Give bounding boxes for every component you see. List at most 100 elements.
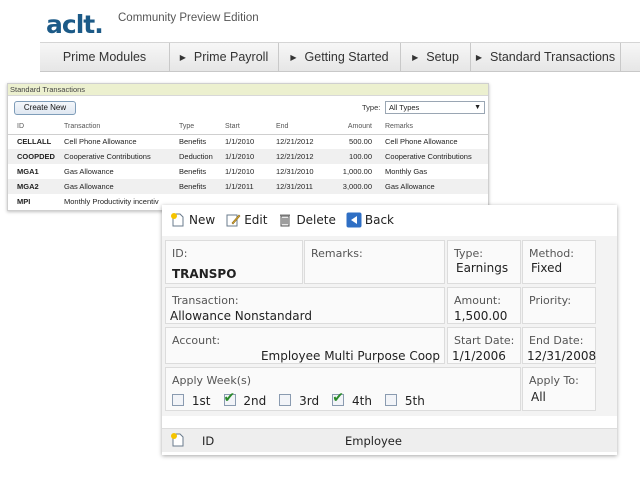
- end-date-field: End Date: 12/31/2008: [522, 327, 596, 364]
- nav-item-standard-transactions[interactable]: ▶ Standard Transactions: [471, 43, 621, 71]
- type-filter-value: All Types: [389, 103, 420, 112]
- week-option-2nd[interactable]: ✔ 2nd: [223, 390, 266, 408]
- week-option-5th[interactable]: 5th: [385, 394, 425, 408]
- cell-id[interactable]: MGA1: [8, 164, 55, 179]
- type-filter-select[interactable]: All Types ▼: [385, 101, 485, 114]
- cell-end: 12/31/2010: [276, 167, 314, 176]
- edit-button-label: Edit: [244, 213, 268, 227]
- type-filter-label: Type:: [362, 103, 381, 112]
- week-1st-checkbox[interactable]: [172, 394, 184, 406]
- amount-field: Amount: 1,500.00: [447, 287, 521, 324]
- table-row[interactable]: MGA1 Gas Allowance Benefits 1/1/2010 12/…: [8, 164, 488, 179]
- cell-transaction: Gas Allowance: [64, 167, 114, 176]
- nav-item-label: Getting Started: [304, 50, 389, 64]
- table-row[interactable]: COOPDED Cooperative Contributions Deduct…: [8, 149, 488, 164]
- cell-id[interactable]: CELLALL: [8, 134, 55, 149]
- delete-button[interactable]: Delete: [277, 212, 336, 228]
- week-3rd-label: 3rd: [299, 394, 320, 408]
- transaction-detail-panel: New Edit Delete Back ID: TRANSPO Remarks…: [162, 205, 617, 455]
- week-3rd-checkbox[interactable]: [279, 394, 292, 406]
- type-label: Type:: [454, 247, 483, 260]
- nav-item-prime-payroll[interactable]: ▶ Prime Payroll: [170, 43, 279, 71]
- nav-item-getting-started[interactable]: ▶ Getting Started: [279, 43, 401, 71]
- cell-end: 12/31/2011: [267, 179, 324, 194]
- cell-type: Benefits: [179, 137, 207, 147]
- cell-transaction: Cooperative Contributions: [55, 149, 170, 164]
- priority-label: Priority:: [529, 294, 572, 307]
- cell-remarks: Gas Allowance: [376, 179, 488, 194]
- week-5th-checkbox[interactable]: [385, 394, 398, 406]
- back-button[interactable]: Back: [346, 212, 394, 228]
- column-header-start[interactable]: Start: [216, 120, 267, 135]
- column-header-end[interactable]: End: [267, 120, 324, 135]
- edit-button[interactable]: Edit: [225, 212, 267, 228]
- nav-item-setup[interactable]: ▶ Setup: [401, 43, 471, 71]
- column-header-transaction[interactable]: Transaction: [55, 120, 170, 135]
- cell-amount: 100.00: [324, 149, 376, 164]
- week-option-3rd[interactable]: 3rd: [279, 394, 319, 408]
- nav-item-prime-modules[interactable]: Prime Modules: [40, 43, 170, 71]
- column-header-id[interactable]: ID: [8, 120, 55, 135]
- id-label: ID:: [172, 247, 188, 260]
- start-date-field: Start Date: 1/1/2006: [447, 327, 521, 364]
- week-2nd-checkbox[interactable]: ✔: [223, 390, 236, 406]
- table-header-row: ID Transaction Type Start End Amount Rem…: [8, 120, 488, 135]
- caret-right-icon: ▶: [475, 52, 483, 62]
- cell-start: 1/1/2010: [225, 167, 255, 176]
- cell-id[interactable]: MPI: [8, 194, 55, 209]
- edit-pencil-icon: [226, 214, 241, 227]
- table-row[interactable]: MGA2 Gas Allowance Benefits 1/1/2011 12/…: [8, 179, 488, 194]
- amount-value: 1,500.00: [454, 309, 508, 323]
- cell-amount: 500.00: [349, 137, 372, 147]
- transaction-field: Transaction: Allowance Nonstandard: [165, 287, 445, 324]
- week-option-4th[interactable]: ✔ 4th: [332, 390, 372, 408]
- amount-label: Amount:: [454, 294, 501, 307]
- cell-type: Benefits: [170, 179, 216, 194]
- cell-end: 12/21/2012: [276, 137, 314, 147]
- new-document-icon: [171, 213, 184, 227]
- column-header-amount[interactable]: Amount: [324, 120, 376, 135]
- nav-item-label: Standard Transactions: [490, 50, 616, 64]
- main-nav: Prime Modules ▶ Prime Payroll ▶ Getting …: [40, 42, 640, 72]
- transaction-value: Allowance Nonstandard: [170, 309, 312, 323]
- column-header-remarks[interactable]: Remarks: [376, 120, 488, 135]
- table-row[interactable]: CELLALL Cell Phone Allowance Benefits 1/…: [8, 134, 488, 149]
- column-header-employee[interactable]: Employee: [345, 434, 402, 448]
- method-value: Fixed: [531, 261, 563, 275]
- nav-item-label: Setup: [426, 50, 459, 64]
- type-field: Type: Earnings: [447, 240, 521, 284]
- start-date-value: 1/1/2006: [452, 349, 506, 363]
- cell-id[interactable]: COOPDED: [8, 149, 55, 164]
- column-header-type[interactable]: Type: [170, 120, 216, 135]
- cell-transaction: Monthly Productivity incentiv: [64, 197, 159, 206]
- week-5th-label: 5th: [404, 394, 425, 408]
- cell-amount: 1,000.00: [342, 167, 372, 176]
- create-new-button[interactable]: Create New: [14, 101, 76, 115]
- cell-transaction: Cell Phone Allowance: [64, 137, 137, 147]
- cell-id[interactable]: MGA2: [8, 179, 55, 194]
- method-field: Method: Fixed: [522, 240, 596, 284]
- cell-type: Deduction: [170, 149, 216, 164]
- nav-item-label: Prime Modules: [62, 50, 147, 64]
- id-field: ID: TRANSPO: [165, 240, 303, 284]
- week-option-1st[interactable]: 1st: [172, 394, 210, 408]
- column-header-id[interactable]: ID: [202, 434, 214, 448]
- cell-amount: 3,000.00: [324, 179, 376, 194]
- week-4th-label: 4th: [352, 394, 372, 408]
- caret-right-icon: ▶: [179, 52, 186, 62]
- acit-logo: aclt.: [46, 10, 104, 39]
- priority-field: Priority:: [522, 287, 596, 324]
- new-document-icon[interactable]: [170, 432, 186, 448]
- remarks-field: Remarks:: [304, 240, 445, 284]
- cell-type: Benefits: [179, 167, 207, 176]
- remarks-label: Remarks:: [311, 247, 363, 260]
- account-field: Account: Employee Multi Purpose Coop: [165, 327, 445, 364]
- cell-remarks: Cooperative Contributions: [376, 149, 488, 164]
- cell-start: 1/1/2010: [216, 149, 267, 164]
- new-button[interactable]: New: [170, 212, 215, 228]
- delete-button-label: Delete: [296, 213, 336, 227]
- apply-to-field: Apply To: All: [522, 367, 596, 411]
- account-value: Employee Multi Purpose Coop: [260, 349, 440, 363]
- week-4th-checkbox[interactable]: ✔: [332, 390, 345, 406]
- caret-right-icon: ▶: [412, 52, 419, 62]
